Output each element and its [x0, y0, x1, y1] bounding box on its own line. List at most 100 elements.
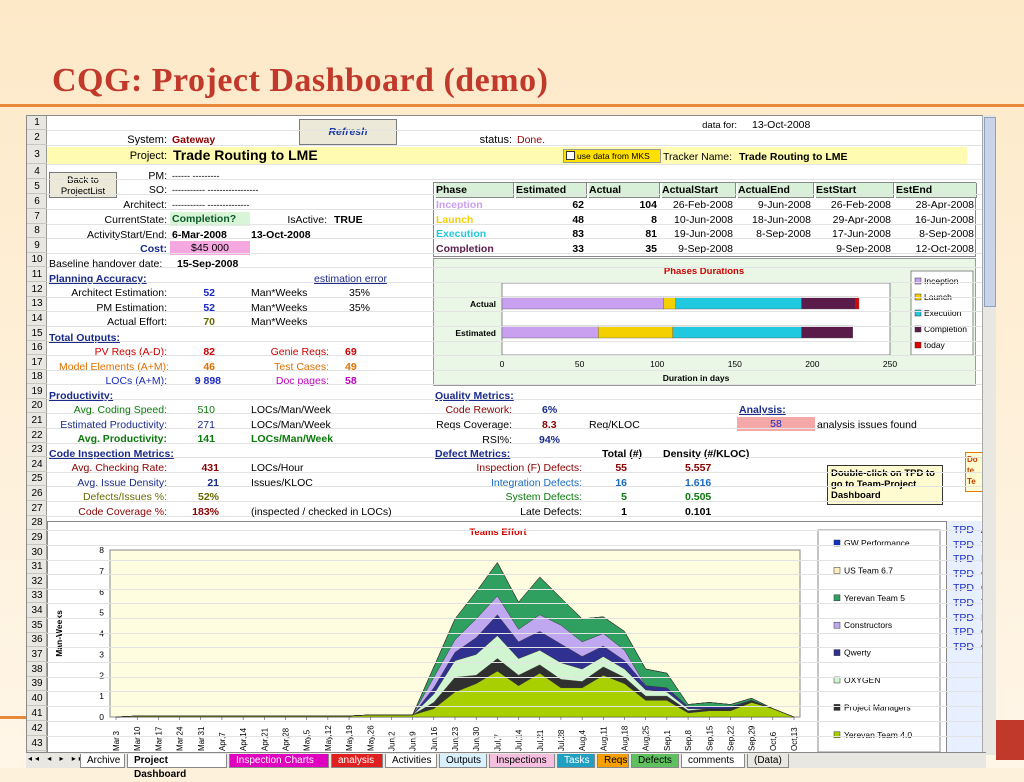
bar-segment	[675, 296, 802, 310]
sheet-tab[interactable]: Activities	[385, 754, 437, 768]
activity-label: ActivityStart/End:	[87, 229, 167, 241]
planning-value: 52	[203, 287, 215, 299]
row-number: 35	[27, 618, 47, 633]
quality-heading: Quality Metrics:	[435, 390, 514, 402]
grid-line	[47, 224, 995, 225]
x-tick-label: 100	[650, 359, 664, 369]
sheet-tab[interactable]: comments	[681, 754, 745, 768]
row-number: 30	[27, 545, 47, 560]
tpd-tooltip: Double-click on TPD to go to Team-Projec…	[827, 465, 943, 505]
phase-cell: 17-Jun-2008	[832, 228, 891, 241]
test-cases-value: 49	[345, 361, 357, 373]
teams-legend	[817, 529, 941, 752]
phase-cell: 83	[572, 228, 584, 241]
refresh-button[interactable]: Refresh	[299, 119, 397, 145]
x-tick-label: Oct,6	[769, 731, 778, 751]
defect-label: Inspection (F) Defects:	[476, 462, 582, 474]
sheet-tab[interactable]: Tasks	[557, 754, 595, 768]
bar-segment	[501, 325, 599, 339]
legend-label: Execution	[924, 308, 962, 318]
sheet-tab[interactable]: Outputs	[439, 754, 487, 768]
x-tick-label: 200	[805, 359, 819, 369]
planning-label: Actual Effort:	[107, 316, 167, 329]
phases-chart-plot: 0 50 100 150 200 250 Duration in days Actual Est…	[455, 270, 974, 383]
x-tick-label: Jun,9	[409, 731, 418, 751]
row-number: 7	[27, 209, 47, 224]
legend-label: Yerevan Team 4.0	[844, 730, 912, 740]
row-number: 37	[27, 647, 47, 662]
grid-line	[47, 589, 995, 590]
estimation-error-label: estimation error	[314, 273, 387, 285]
x-tick-label: 250	[883, 359, 897, 369]
sheet-tab[interactable]: Inspection Charts	[229, 754, 329, 768]
row-number: 42	[27, 721, 47, 736]
row-number: 6	[27, 194, 47, 209]
row-number: 23	[27, 443, 47, 457]
sheet-tab[interactable]: (Data)	[747, 754, 789, 768]
x-tick-label: 0	[500, 359, 505, 369]
planning-unit: Man*Weeks	[251, 316, 308, 329]
phase-cell: 19-Jun-2008	[674, 228, 733, 241]
productivity-unit: LOCs/Man/Week	[251, 418, 331, 431]
row-number: 17	[27, 355, 47, 370]
planning-unit: Man*Weeks	[251, 301, 308, 314]
checkbox-icon[interactable]	[566, 151, 575, 160]
bar-segment	[598, 325, 673, 339]
x-tick-label: Mar,10	[133, 726, 142, 751]
sheet-tab[interactable]: Defects	[631, 754, 679, 768]
mks-checkbox[interactable]: use data from MKS	[563, 149, 661, 163]
sheet-tab[interactable]: Project Dashboard	[127, 754, 227, 780]
row-number: 4	[27, 164, 47, 179]
defect-density: 1.616	[685, 476, 712, 489]
defect-label: Late Defects:	[520, 506, 582, 519]
sheet-tab[interactable]: Reqs	[597, 754, 629, 768]
legend-swatch	[833, 594, 841, 602]
row-number: 12	[27, 282, 47, 297]
productivity-label: Estimated Productivity:	[60, 418, 167, 431]
sheet-tab[interactable]: Inspections	[489, 754, 555, 768]
tracker-label: Tracker Name:	[663, 151, 733, 163]
row-number: 1	[27, 116, 47, 130]
planning-label: Architect Estimation:	[71, 287, 167, 299]
sheet-tab[interactable]: analysis	[331, 754, 383, 768]
locs-value: 9 898	[194, 375, 221, 387]
grid-line	[47, 399, 995, 400]
analysis-text: analysis issues found	[817, 419, 917, 431]
legend-swatch	[914, 277, 922, 285]
grid-line	[47, 355, 995, 356]
spreadsheet[interactable]: 1 2 3 4 5 6 7 8 9 10 11 12 13 14 15 16 17 18 19 20 21 22 23 24 2…	[26, 115, 996, 753]
scrollbar-thumb[interactable]	[984, 117, 996, 307]
grid-line	[47, 736, 995, 737]
inspection-heading: Code Inspection Metrics:	[49, 448, 174, 460]
row-number: 3	[27, 145, 47, 164]
x-tick-label: Jun,30	[472, 726, 481, 751]
row-headers: 1 2 3 4 5 6 7 8 9 10 11 12 13 14 15 16 17 18 19 20 21 22 23 24 2…	[27, 116, 47, 752]
project-name: Trade Routing to LME	[173, 147, 318, 163]
vertical-scrollbar[interactable]	[982, 115, 996, 755]
grid-line	[47, 164, 995, 165]
slide-accent-left	[0, 716, 26, 719]
sheet-tab[interactable]: Archive	[80, 754, 125, 768]
title-underline	[0, 104, 1024, 107]
inspection-unit: LOCs/Hour	[251, 462, 304, 474]
productivity-heading: Productivity:	[49, 390, 114, 402]
row-number: 27	[27, 501, 47, 516]
tab-scroll-arrows[interactable]: ◂◂ ◂ ▸ ▸▸	[28, 754, 86, 763]
legend-swatch	[914, 341, 922, 349]
legend-label: GW Performance	[844, 538, 910, 548]
grid-line	[47, 130, 995, 131]
row-number: 34	[27, 603, 47, 618]
legend-label: Project Managers	[844, 702, 911, 712]
row-number: 2	[27, 130, 47, 145]
legend-label: Yerevan Team 5	[844, 593, 905, 603]
x-tick-label: Apr,21	[260, 727, 269, 751]
defect-density: 0.101	[685, 506, 712, 519]
defect-total: 16	[615, 476, 627, 489]
row-number: 32	[27, 574, 47, 589]
outputs-heading: Total Outputs:	[49, 332, 120, 344]
grid-line	[47, 209, 995, 210]
bar-segment	[801, 325, 853, 339]
legend-label: Inception	[924, 276, 959, 286]
productivity-value: 271	[197, 418, 215, 431]
pm-label: PM:	[148, 170, 167, 182]
